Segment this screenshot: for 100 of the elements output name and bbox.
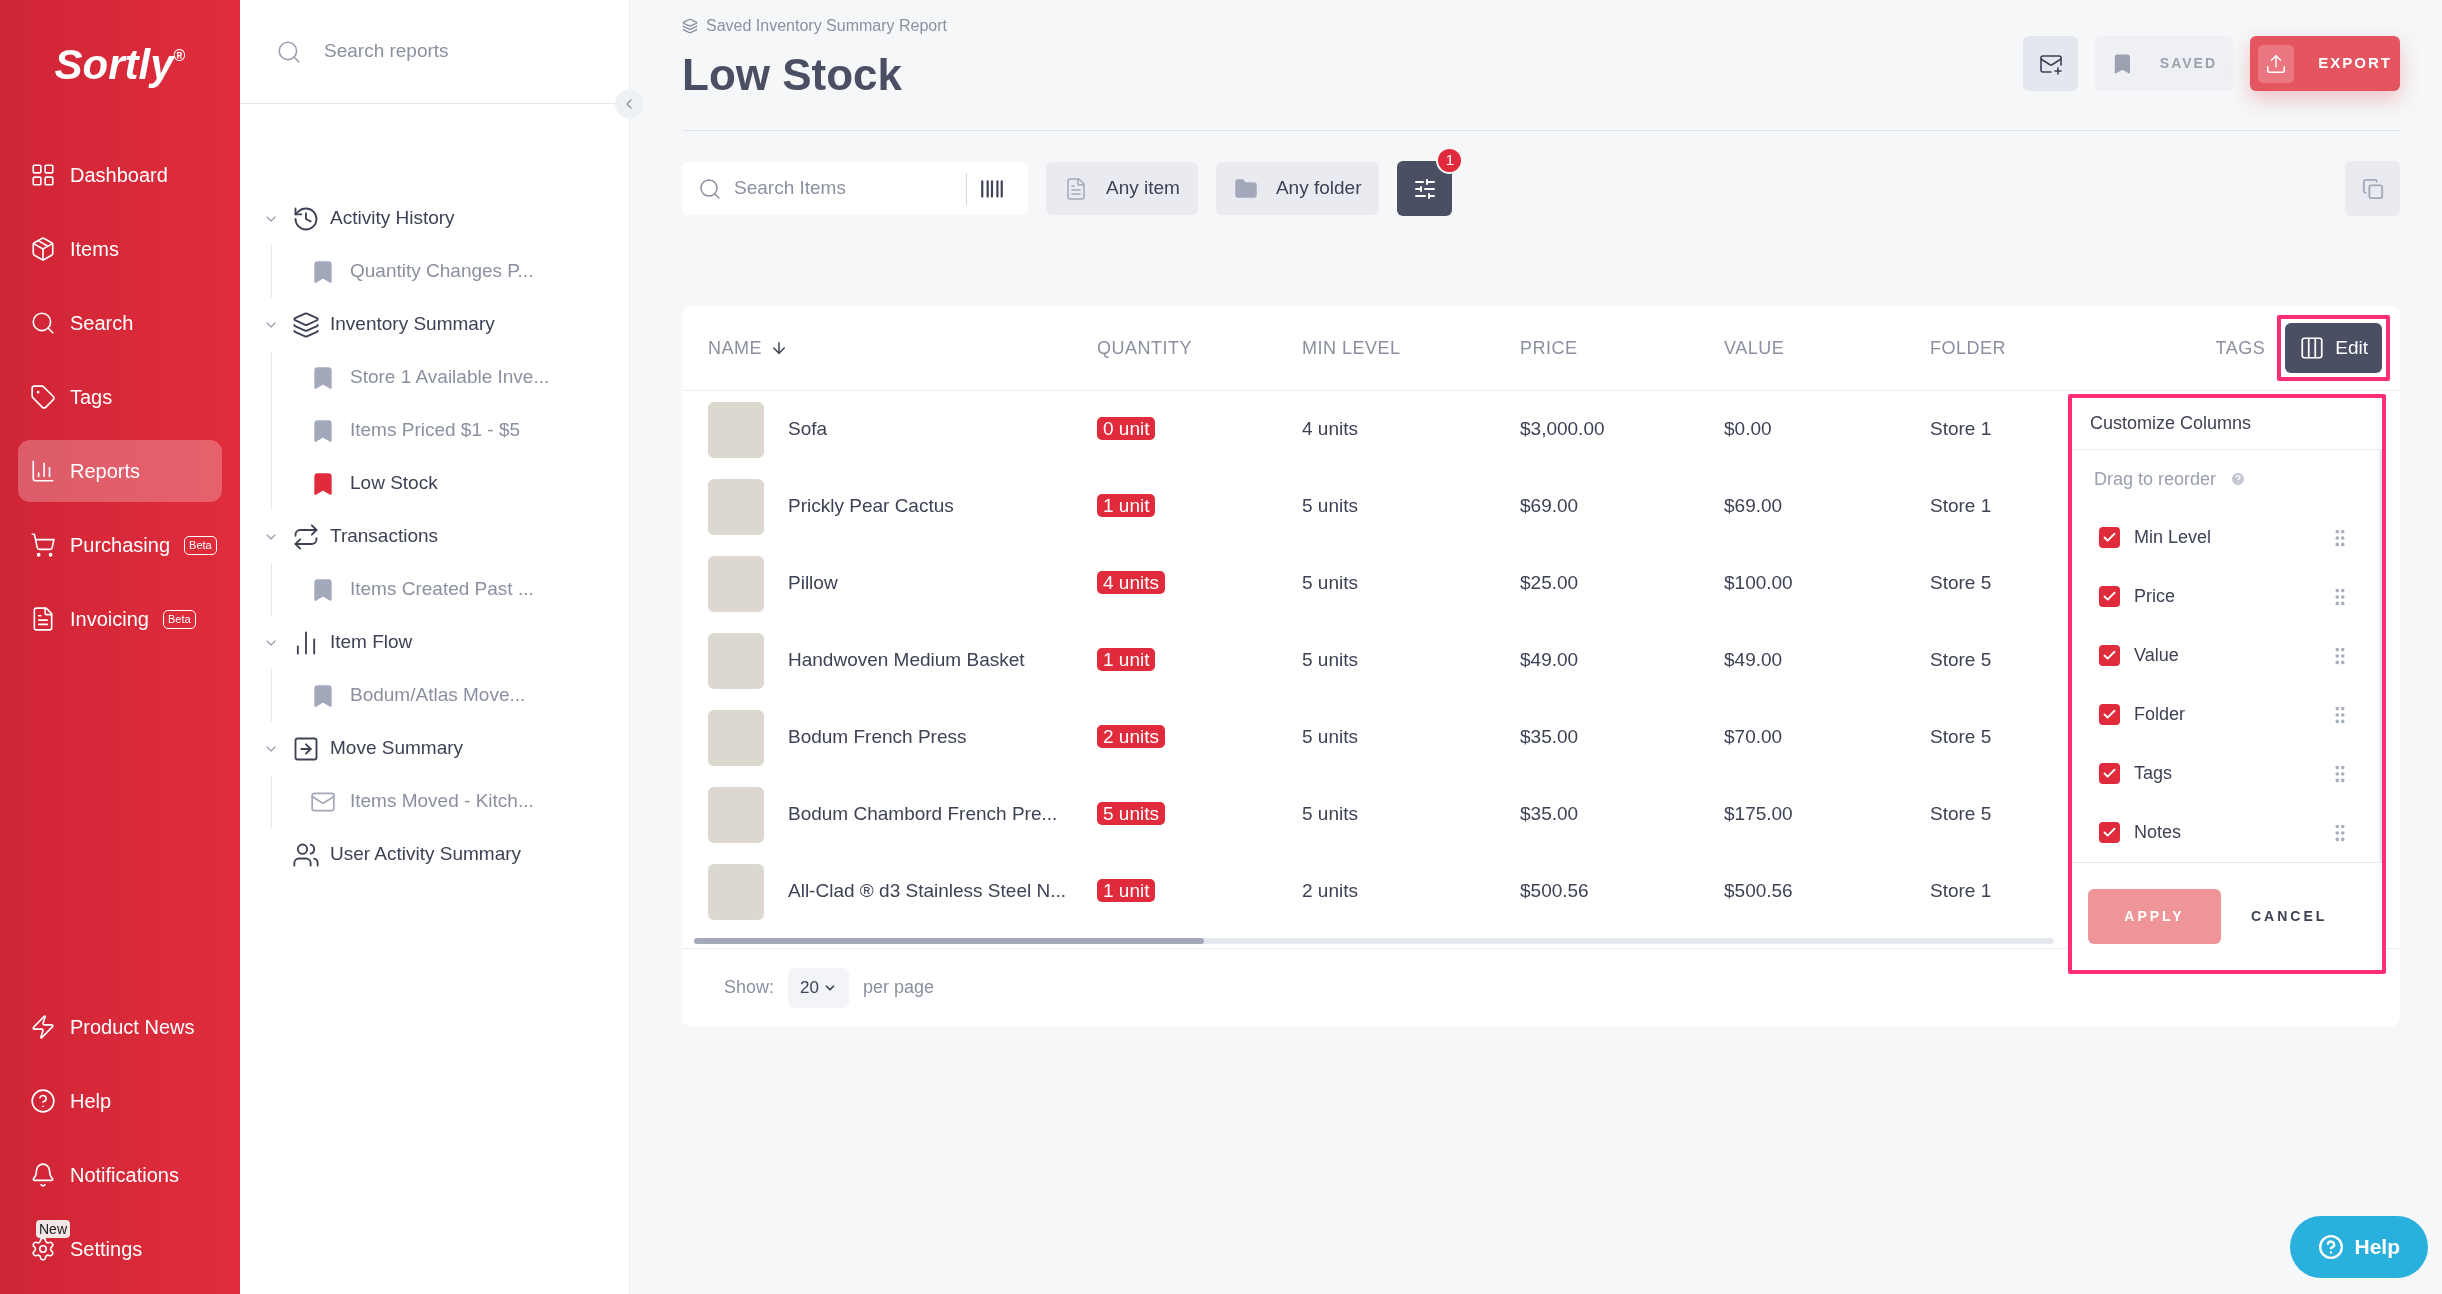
column-option[interactable]: Price — [2072, 567, 2378, 626]
column-label: Min Level — [2134, 526, 2213, 549]
folder-cell-text: Store 5 — [1930, 571, 1993, 596]
nav-item[interactable]: Tags — [18, 366, 222, 428]
filter-dropdown[interactable]: Any folder — [1215, 162, 1380, 215]
saved-report-item[interactable]: Items Moved - Kitch... — [310, 775, 609, 828]
price-cell-text: $3,000.00 — [1520, 417, 1606, 442]
report-search-field[interactable]: Search reports — [324, 37, 544, 66]
column-header[interactable]: TAGS — [2215, 334, 2266, 362]
export-button[interactable]: EXPORT — [2250, 36, 2400, 91]
group-label: Transactions — [330, 524, 439, 549]
item-name: Bodum Chambord French Pre... — [788, 802, 1058, 827]
photo-placeholder — [708, 478, 764, 535]
edit-columns-button[interactable]: Edit — [2285, 323, 2382, 373]
search-input[interactable]: Search Items — [734, 174, 954, 203]
group-label: Item Flow — [330, 630, 413, 655]
nav-label: Tags — [70, 385, 113, 410]
nav-item[interactable]: Reports — [18, 440, 222, 502]
box-icon — [30, 236, 56, 262]
nav-label: Notifications — [70, 1163, 179, 1188]
table-row[interactable]: Handwoven Medium Basket 1 unit 5 units $49.00 $49.00 Store 5 — [682, 622, 2058, 699]
filter-dropdown[interactable]: Any item — [1046, 162, 1198, 215]
column-label: Tags — [2134, 762, 2174, 785]
table-row[interactable]: Sofa 0 unit 4 units $3,000.00 $0.00 Store 1 — [682, 391, 2058, 468]
layout-toggle-button[interactable] — [2345, 161, 2400, 216]
report-group[interactable]: Item Flow — [260, 616, 609, 669]
page-size-dropdown[interactable]: 20 — [788, 967, 849, 1008]
column-option[interactable]: Notes — [2072, 803, 2378, 862]
nav-item[interactable]: Help — [18, 1070, 222, 1132]
saved-report-item[interactable]: Bodum/Atlas Move... — [310, 669, 609, 722]
beta-badge: Beta — [184, 535, 217, 555]
quantity-badge: 4 units — [1097, 571, 1165, 595]
saved-report-item[interactable]: Items Priced $1 - $5 — [310, 404, 609, 457]
checkbox[interactable] — [2099, 822, 2120, 843]
breadcrumb[interactable]: Saved Inventory Summary Report — [706, 14, 947, 38]
photo-placeholder — [708, 555, 764, 612]
email-button[interactable] — [2023, 36, 2078, 91]
value-cell-text: $175.00 — [1724, 802, 1794, 827]
nav-item[interactable]: Search — [18, 292, 222, 354]
group-label: User Activity Summary — [330, 842, 522, 867]
price-cell-text: $25.00 — [1520, 571, 1580, 596]
column-header[interactable]: MIN LEVEL — [1302, 334, 1520, 362]
item-search-field[interactable]: Search Items — [682, 162, 1028, 215]
check-icon — [2102, 648, 2117, 663]
table-row[interactable]: All-Clad ® d3 Stainless Steel N... 1 unit 2 units $500.56 $500.56 Store 1 — [682, 853, 2058, 930]
saved-report-item[interactable]: Quantity Changes P... — [310, 245, 609, 298]
sliders-icon — [1412, 176, 1437, 201]
nav-item[interactable]: Dashboard — [18, 144, 222, 206]
column-option[interactable]: Folder — [2072, 685, 2378, 744]
help-icon — [30, 1088, 56, 1114]
group-label: Move Summary — [330, 736, 464, 761]
cart-icon — [30, 532, 56, 558]
table-row[interactable]: Bodum French Press 2 units 5 units $35.00 $70.00 Store 5 — [682, 699, 2058, 776]
report-group[interactable]: Transactions — [260, 510, 609, 563]
nav-item[interactable]: Items — [18, 218, 222, 280]
value-cell-text: $70.00 — [1724, 725, 1784, 750]
table-row[interactable]: Bodum Chambord French Pre... 5 units 5 units $35.00 $175.00 Store 5 — [682, 776, 2058, 853]
item-name: Pillow — [788, 571, 838, 596]
beta-badge: Beta — [162, 609, 196, 629]
column-option[interactable]: Tags — [2072, 744, 2378, 803]
help-button[interactable]: Help — [2290, 1216, 2428, 1278]
scrollbar-thumb[interactable] — [694, 938, 1204, 944]
sortly-logo[interactable]: Sortly® — [0, 44, 240, 86]
checkbox[interactable] — [2099, 645, 2120, 666]
report-group[interactable]: Move Summary — [260, 722, 609, 775]
column-header[interactable]: VALUE — [1724, 334, 1930, 362]
quantity-badge: 1 unit — [1097, 879, 1156, 903]
report-group[interactable]: Activity History — [260, 192, 609, 245]
price-cell-text: $35.00 — [1520, 802, 1580, 827]
column-header[interactable]: QUANTITY — [1097, 334, 1302, 362]
page-title: Low Stock — [682, 49, 904, 101]
photo-placeholder — [708, 632, 764, 689]
checkbox[interactable] — [2099, 586, 2120, 607]
checkbox[interactable] — [2099, 527, 2120, 548]
columns-icon — [2299, 335, 2326, 361]
saved-report-item[interactable]: Low Stock — [310, 457, 609, 510]
report-group[interactable]: Inventory Summary — [260, 298, 609, 351]
column-option[interactable]: Min Level — [2072, 508, 2378, 567]
cancel-button[interactable]: CANCEL — [2251, 906, 2328, 927]
min-level-cell-text: 5 units — [1302, 648, 1359, 673]
saved-report-item[interactable]: Items Created Past ... — [310, 563, 609, 616]
column-header[interactable]: PRICE — [1520, 334, 1724, 362]
checkbox[interactable] — [2099, 704, 2120, 725]
nav-item[interactable]: Invoicing Beta — [18, 588, 222, 650]
nav-item[interactable]: Product News — [18, 996, 222, 1058]
column-header[interactable]: FOLDER — [1930, 334, 2130, 362]
nav-item[interactable]: Settings New — [18, 1218, 222, 1280]
nav-item[interactable]: Notifications — [18, 1144, 222, 1206]
report-group[interactable]: User Activity Summary — [260, 828, 609, 881]
nav-item[interactable]: Purchasing Beta — [18, 514, 222, 576]
saved-report-item[interactable]: Store 1 Available Inve... — [310, 351, 609, 404]
grid-icon — [30, 162, 56, 188]
nav-label: Items — [70, 237, 119, 262]
check-icon — [2102, 825, 2117, 840]
help-icon — [2318, 1234, 2345, 1260]
column-option[interactable]: Value — [2072, 626, 2378, 685]
table-row[interactable]: Pillow 4 units 5 units $25.00 $100.00 Store 5 — [682, 545, 2058, 622]
column-header[interactable]: NAME — [708, 334, 1097, 362]
table-row[interactable]: Prickly Pear Cactus 1 unit 5 units $69.00 $69.00 Store 1 — [682, 468, 2058, 545]
checkbox[interactable] — [2099, 763, 2120, 784]
